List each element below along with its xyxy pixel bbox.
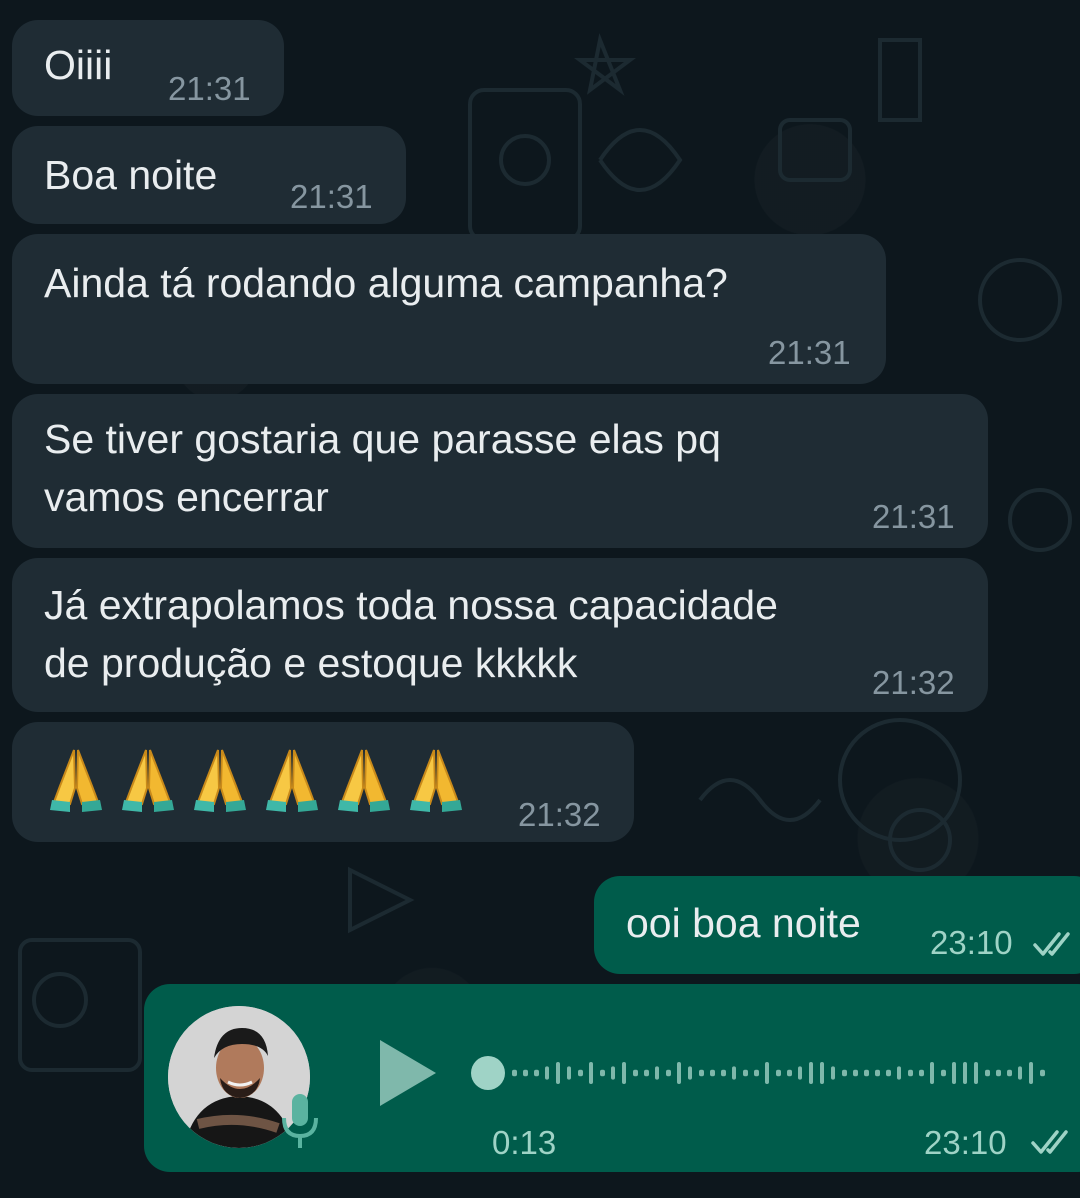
waveform-bar: [941, 1069, 946, 1077]
message-text: Boa noite: [44, 152, 218, 198]
waveform-bar: [754, 1069, 759, 1077]
waveform-bar: [732, 1066, 736, 1080]
emoji-row: [48, 744, 464, 814]
praying-hands-icon: [266, 749, 318, 812]
message-text: Já extrapolamos toda nossa capacidade de…: [44, 582, 778, 686]
waveform-bar: [743, 1069, 748, 1077]
waveform-bar: [864, 1069, 869, 1077]
waveform-bar: [644, 1069, 649, 1077]
waveform-bar: [534, 1069, 539, 1077]
praying-hands-icon: [410, 749, 462, 812]
message-time: 21:31: [290, 178, 373, 215]
waveform-bar: [919, 1069, 924, 1077]
waveform-bar: [710, 1069, 715, 1077]
waveform-bar: [589, 1062, 593, 1084]
waveform-bar: [765, 1062, 769, 1084]
message-bubble-outgoing[interactable]: ooi boa noite 23:10: [594, 876, 1080, 974]
waveform-bar: [1018, 1066, 1022, 1080]
waveform-bar: [809, 1062, 813, 1084]
message-bubble-incoming[interactable]: 21:32: [12, 722, 634, 842]
waveform-bar: [677, 1062, 681, 1084]
waveform-bar: [1007, 1069, 1012, 1077]
waveform-bar: [600, 1069, 605, 1077]
waveform-bar: [567, 1066, 571, 1080]
praying-hands-icon: [122, 749, 174, 812]
voice-message-bubble[interactable]: 0:13 23:10: [144, 984, 1080, 1172]
message-bubble-incoming[interactable]: Oiiii 21:31: [12, 20, 284, 116]
waveform-bar: [721, 1069, 726, 1077]
waveform-bar: [996, 1069, 1001, 1077]
message-text: Oiiii: [44, 42, 113, 88]
waveform-bar: [820, 1062, 824, 1084]
waveform-bar: [688, 1066, 692, 1080]
message-bubble-incoming[interactable]: Boa noite 21:31: [12, 126, 406, 224]
waveform-bar: [523, 1069, 528, 1077]
waveform-bar: [853, 1069, 858, 1077]
waveform-bar: [699, 1069, 704, 1077]
waveform-bar: [842, 1069, 847, 1077]
waveform-bar: [578, 1069, 583, 1077]
message-text: Se tiver gostaria que parasse elas pq va…: [44, 416, 721, 520]
waveform-bar: [985, 1069, 990, 1077]
waveform-bar: [1040, 1069, 1045, 1077]
message-time: 21:31: [872, 498, 955, 535]
waveform-bar: [512, 1069, 517, 1077]
waveform-bar: [655, 1066, 659, 1080]
waveform-bar: [886, 1069, 891, 1077]
double-check-icon: [1031, 1130, 1068, 1154]
waveform-bar: [545, 1066, 549, 1080]
waveform-bar: [831, 1066, 835, 1080]
waveform-bar: [908, 1069, 913, 1077]
waveform-bar: [556, 1062, 560, 1084]
mic-icon: [282, 1094, 318, 1148]
praying-hands-icon: [50, 749, 102, 812]
message-time: 21:32: [872, 664, 955, 701]
playback-position-knob[interactable]: [471, 1056, 505, 1090]
waveform-bar: [930, 1062, 934, 1084]
waveform-bar: [897, 1066, 901, 1080]
waveform-bar: [798, 1066, 802, 1080]
message-time: 21:31: [768, 334, 851, 371]
message-bubble-incoming[interactable]: Se tiver gostaria que parasse elas pq va…: [12, 394, 988, 548]
message-time: 21:31: [168, 70, 251, 107]
waveform-bar: [666, 1069, 671, 1077]
message-text: ooi boa noite: [626, 900, 861, 946]
waveform-bar: [787, 1069, 792, 1077]
waveform-bar: [963, 1062, 967, 1084]
message-bubble-incoming[interactable]: Já extrapolamos toda nossa capacidade de…: [12, 558, 988, 712]
message-time: 21:32: [518, 796, 601, 833]
message-time: 23:10: [924, 1124, 1007, 1161]
waveform-bar: [633, 1069, 638, 1077]
praying-hands-icon: [194, 749, 246, 812]
praying-hands-icon: [338, 749, 390, 812]
audio-waveform[interactable]: [466, 1048, 1066, 1098]
voice-duration: 0:13: [492, 1124, 557, 1161]
message-bubble-incoming[interactable]: Ainda tá rodando alguma campanha? 21:31: [12, 234, 886, 384]
play-icon[interactable]: [376, 1036, 440, 1110]
message-text: Ainda tá rodando alguma campanha?: [44, 260, 728, 306]
waveform-bar: [776, 1069, 781, 1077]
waveform-bar: [974, 1062, 978, 1084]
waveform-bar: [875, 1069, 880, 1077]
waveform-bar: [1029, 1062, 1033, 1084]
waveform-bar: [611, 1066, 615, 1080]
double-check-icon: [1033, 932, 1070, 956]
waveform-bar: [622, 1062, 626, 1084]
message-time: 23:10: [930, 924, 1013, 961]
waveform-bar: [952, 1062, 956, 1084]
